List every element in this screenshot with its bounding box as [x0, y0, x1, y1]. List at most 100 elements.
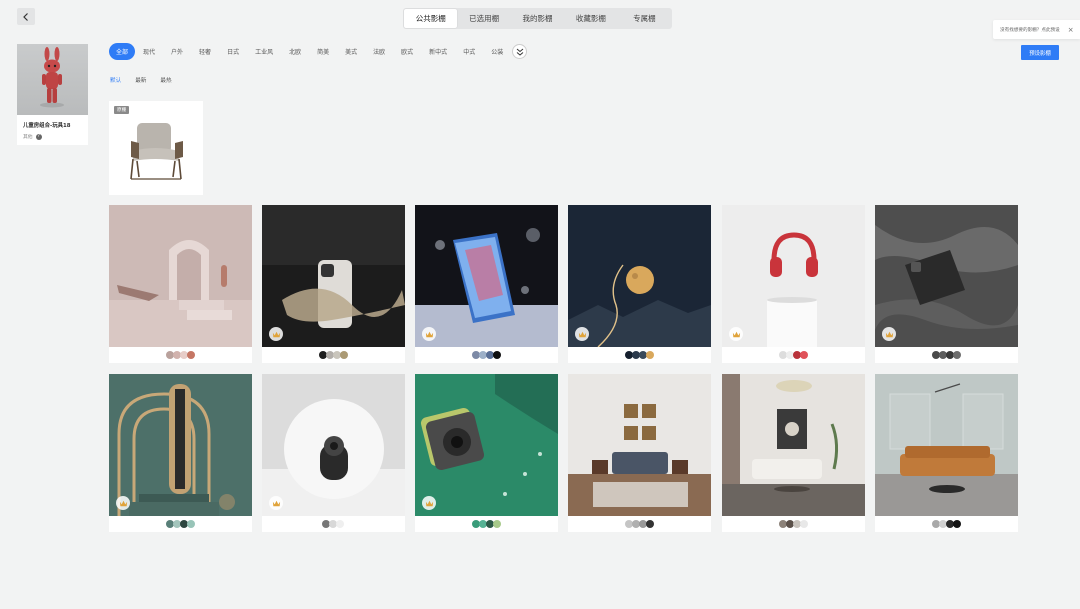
style-chip[interactable]: 工业风 — [247, 43, 281, 60]
model-thumbnail — [17, 44, 88, 115]
sort-options: 默认 最新 最热 — [110, 76, 172, 84]
studio-card[interactable] — [722, 205, 865, 363]
studio-thumbnail — [262, 205, 405, 347]
style-chip[interactable]: 公装 — [483, 43, 511, 60]
color-palette — [109, 516, 252, 532]
armchair-image — [130, 123, 183, 180]
style-chip[interactable]: 轻奢 — [191, 43, 219, 60]
style-chip[interactable]: 北欧 — [281, 43, 309, 60]
studio-thumbnail — [262, 374, 405, 516]
double-chevron-down-icon — [516, 48, 524, 56]
tab-favorite-studios[interactable]: 收藏影棚 — [564, 9, 617, 28]
color-swatch — [799, 520, 808, 528]
question-icon[interactable]: ? — [35, 133, 42, 140]
crown-icon — [425, 500, 433, 506]
style-chip[interactable]: 美式 — [337, 43, 365, 60]
expand-styles-button[interactable] — [512, 44, 528, 59]
studio-card[interactable] — [415, 205, 558, 363]
vip-crown-badge — [116, 496, 130, 510]
studio-card[interactable] — [415, 374, 558, 532]
preset-tip[interactable]: 没有找想要的影棚？点此预设 × — [993, 20, 1080, 39]
studio-thumbnail — [875, 374, 1018, 516]
color-palette — [415, 347, 558, 363]
studio-card[interactable] — [875, 374, 1018, 532]
model-name: 儿童房组合-玩具18 — [23, 123, 71, 129]
model-category: 其他 ? — [17, 129, 88, 140]
style-chip[interactable]: 法欧 — [365, 43, 393, 60]
sort-latest[interactable]: 最新 — [135, 76, 146, 84]
vip-crown-badge — [269, 327, 283, 341]
crown-icon — [119, 500, 127, 506]
color-palette — [262, 347, 405, 363]
color-palette — [109, 347, 252, 363]
model-category-label: 其他 — [23, 135, 33, 140]
preset-studio-button[interactable]: 预设影棚 — [1021, 45, 1059, 60]
style-chip[interactable]: 全部 — [109, 43, 136, 60]
selected-model-card[interactable]: 儿童房组合-玩具18 其他 ? — [17, 44, 88, 145]
style-chip[interactable]: 简美 — [309, 43, 337, 60]
studio-card[interactable] — [109, 374, 252, 532]
crown-icon — [272, 331, 280, 337]
studio-thumbnail — [568, 374, 711, 516]
color-swatch — [186, 351, 195, 359]
color-palette — [875, 516, 1018, 532]
color-palette — [568, 516, 711, 532]
style-chip[interactable]: 中式 — [455, 43, 483, 60]
color-palette — [568, 347, 711, 363]
studio-thumbnail — [109, 374, 252, 516]
style-filter: 全部 现代 户外 轻奢 日式 工业风 北欧 简美 美式 法欧 欧式 新中式 中式… — [109, 43, 528, 60]
vip-crown-badge — [422, 327, 436, 341]
color-swatch — [799, 351, 808, 359]
crown-icon — [272, 500, 280, 506]
studio-card[interactable] — [568, 205, 711, 363]
color-palette — [262, 516, 405, 532]
studio-thumbnail — [568, 205, 711, 347]
tab-my-studios[interactable]: 我的影棚 — [511, 9, 564, 28]
close-icon[interactable]: × — [1068, 26, 1074, 34]
style-chip[interactable]: 欧式 — [393, 43, 421, 60]
sort-default[interactable]: 默认 — [110, 76, 121, 84]
color-palette — [722, 516, 865, 532]
color-swatch — [952, 520, 961, 528]
studio-thumbnail — [875, 205, 1018, 347]
tab-public-studios[interactable]: 公共影棚 — [404, 9, 458, 28]
color-swatch — [336, 520, 344, 528]
style-chip[interactable]: 日式 — [219, 43, 247, 60]
color-palette — [415, 516, 558, 532]
crown-icon — [578, 331, 586, 337]
studio-card[interactable] — [262, 205, 405, 363]
color-swatch — [339, 351, 348, 359]
color-swatch — [952, 351, 961, 359]
style-chip[interactable]: 户外 — [163, 43, 191, 60]
studio-card[interactable] — [875, 205, 1018, 363]
style-chip[interactable]: 新中式 — [421, 43, 455, 60]
studio-card[interactable] — [262, 374, 405, 532]
back-button[interactable] — [17, 8, 35, 25]
tab-used-studios[interactable]: 已选用棚 — [457, 9, 510, 28]
studio-thumbnail — [415, 205, 558, 347]
tab-exclusive-studios[interactable]: 专属棚 — [618, 9, 671, 28]
color-swatch — [186, 520, 195, 528]
studio-thumbnail — [415, 374, 558, 516]
vip-crown-badge — [882, 327, 896, 341]
vip-crown-badge — [729, 327, 743, 341]
studio-tabs: 公共影棚 已选用棚 我的影棚 收藏影棚 专属棚 — [403, 8, 672, 29]
vip-crown-badge — [575, 327, 589, 341]
color-palette — [722, 347, 865, 363]
studio-card[interactable] — [722, 374, 865, 532]
style-chip[interactable]: 现代 — [135, 43, 163, 60]
studio-thumbnail — [722, 205, 865, 347]
vip-crown-badge — [269, 496, 283, 510]
studio-thumbnail — [722, 374, 865, 516]
studio-card[interactable] — [109, 205, 252, 363]
studio-card[interactable] — [568, 374, 711, 532]
crown-icon — [885, 331, 893, 337]
color-swatch — [645, 351, 654, 359]
crown-icon — [425, 331, 433, 337]
chevron-left-icon — [23, 12, 28, 21]
color-palette — [875, 347, 1018, 363]
original-studio-card[interactable]: 原棚 — [109, 101, 203, 195]
sort-hottest[interactable]: 最热 — [160, 76, 171, 84]
color-swatch — [492, 351, 501, 359]
vip-crown-badge — [422, 496, 436, 510]
